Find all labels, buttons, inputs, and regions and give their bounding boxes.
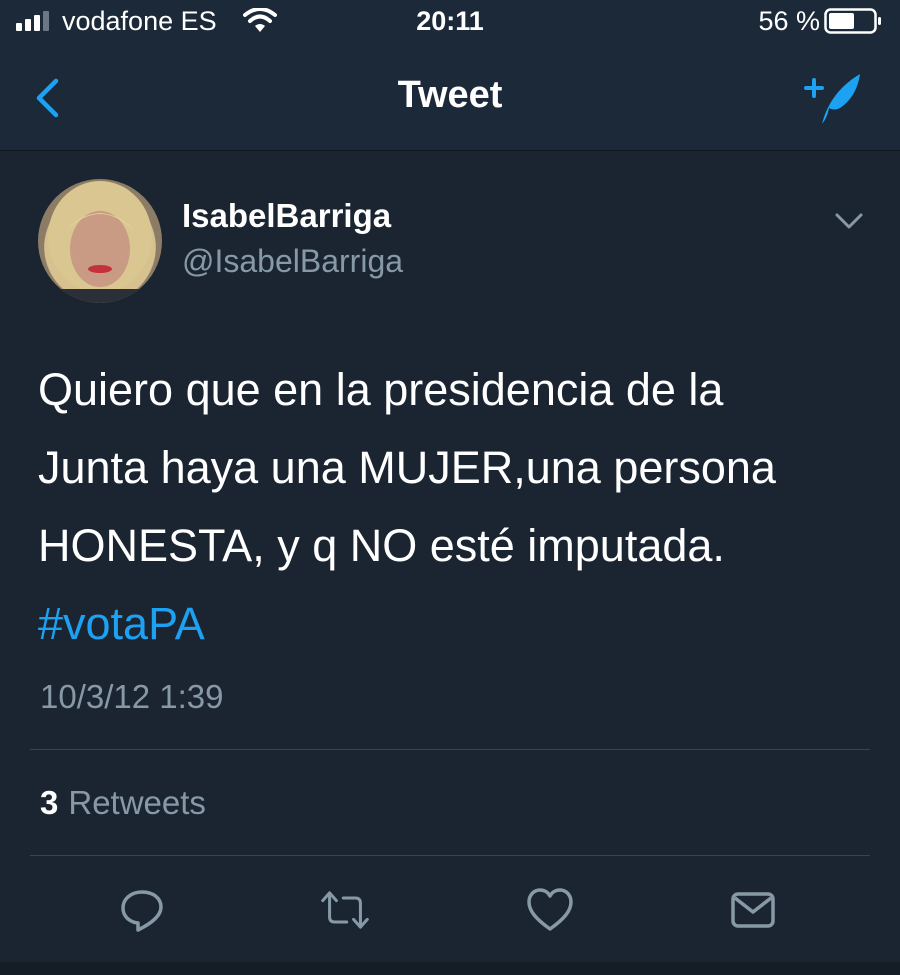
retweets-count: 3	[40, 784, 59, 821]
battery-icon	[824, 8, 881, 34]
hashtag-link[interactable]: #votaPA	[38, 585, 878, 663]
status-bar: vodafone ES 20:11 56 %	[0, 0, 900, 44]
tweet-actions	[0, 886, 900, 936]
direct-message-icon[interactable]	[729, 886, 777, 934]
clock: 20:11	[416, 6, 484, 36]
tweet-text-line: HONESTA, y q NO esté imputada.	[38, 520, 725, 571]
page-title: Tweet	[397, 74, 503, 116]
tweet-text-line: Quiero que en la presidencia de la	[38, 364, 724, 415]
compose-tweet-icon[interactable]	[802, 70, 864, 126]
battery-percent: 56 %	[758, 6, 820, 36]
tweet-timestamp: 10/3/12 1:39	[40, 678, 224, 715]
retweets-label: Retweets	[68, 784, 206, 821]
tweet-text: Quiero que en la presidencia de la Junta…	[38, 351, 878, 663]
tweet-text-line: Junta haya una MUJER,una persona	[38, 442, 776, 493]
divider	[30, 855, 870, 856]
avatar[interactable]	[38, 179, 162, 303]
bottom-edge	[0, 962, 900, 975]
like-icon[interactable]	[526, 886, 574, 934]
retweet-icon[interactable]	[321, 886, 369, 934]
divider	[30, 749, 870, 750]
author-name[interactable]: IsabelBarriga	[182, 197, 391, 235]
reply-icon[interactable]	[118, 886, 166, 934]
tweet-detail: IsabelBarriga @IsabelBarriga Quiero que …	[0, 151, 900, 965]
retweets-stat[interactable]: 3 Retweets	[40, 784, 206, 822]
chevron-down-icon[interactable]	[834, 211, 864, 231]
author-handle[interactable]: @IsabelBarriga	[182, 243, 403, 280]
nav-bar: Tweet	[0, 44, 900, 151]
